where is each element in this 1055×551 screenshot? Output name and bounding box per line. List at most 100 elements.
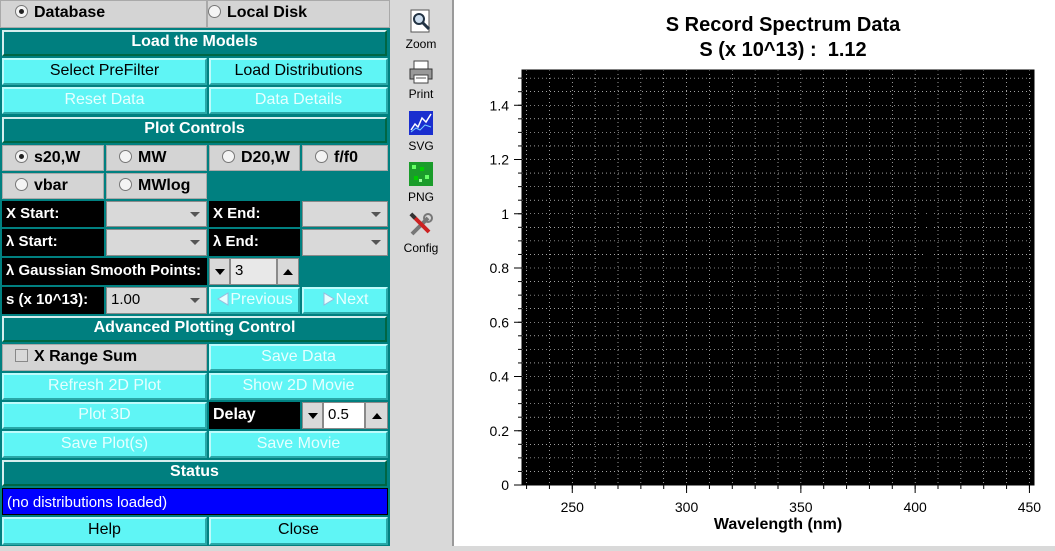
- next-button[interactable]: Next: [302, 287, 388, 314]
- radio-icon: [208, 5, 221, 18]
- delay-label: Delay: [209, 402, 300, 429]
- plot-type-mwlog-label: MWlog: [138, 177, 191, 194]
- plot-type-mw[interactable]: MW: [106, 145, 207, 171]
- chevron-down-icon: [190, 212, 200, 217]
- source-database-option[interactable]: Database: [0, 0, 207, 28]
- radio-icon-selected: [15, 5, 28, 18]
- lambda-end-label: λ End:: [209, 229, 300, 256]
- tools-config-icon: [409, 212, 433, 236]
- save-plots-button[interactable]: Save Plot(s): [2, 431, 207, 458]
- arrow-up-icon: [283, 268, 293, 275]
- reset-data-button[interactable]: Reset Data: [2, 87, 207, 114]
- close-button[interactable]: Close: [209, 517, 388, 545]
- lambda-end-select[interactable]: [302, 229, 388, 256]
- y-tick-label: 0.6: [490, 314, 510, 330]
- y-tick-label: 1: [501, 206, 509, 222]
- smooth-points-input[interactable]: 3: [230, 258, 277, 285]
- x-tick-label: 350: [789, 499, 813, 515]
- y-tick-label: 0: [501, 477, 509, 493]
- plot-type-mwlog[interactable]: MWlog: [106, 173, 207, 199]
- plot-type-vbar[interactable]: vbar: [2, 173, 104, 199]
- zoom-icon: [410, 9, 431, 33]
- radio-icon: [119, 150, 132, 163]
- x-start-label: X Start:: [2, 201, 104, 227]
- config-tool[interactable]: Config: [393, 212, 449, 255]
- y-tick-label: 1.4: [490, 97, 510, 113]
- plot-3d-button[interactable]: Plot 3D: [2, 402, 207, 429]
- plot-type-d20w[interactable]: D20,W: [209, 145, 300, 171]
- svg-label: SVG: [408, 139, 434, 153]
- smooth-increment-button[interactable]: [277, 258, 299, 285]
- chart-title: S Record Spectrum Data: [666, 14, 901, 36]
- config-label: Config: [403, 241, 439, 255]
- delay-decrement-button[interactable]: [302, 402, 323, 429]
- plot-type-ff0[interactable]: f/f0: [302, 145, 388, 171]
- x-range-sum-checkbox[interactable]: X Range Sum: [2, 344, 207, 371]
- lambda-start-select[interactable]: [106, 229, 207, 256]
- zoom-label: Zoom: [405, 37, 437, 51]
- png-tool[interactable]: PNG: [393, 161, 449, 204]
- y-axis-label: Concentration (OD): [919, 203, 936, 351]
- print-tool[interactable]: Print: [393, 60, 449, 101]
- x-start-select[interactable]: [106, 201, 207, 227]
- control-panel: Database Local Disk Load the Models Sele…: [0, 0, 390, 546]
- smooth-points-label: λ Gaussian Smooth Points:: [2, 258, 207, 285]
- svg-export-icon: [409, 111, 433, 135]
- x-tick-label: 300: [675, 499, 699, 515]
- save-movie-button[interactable]: Save Movie: [209, 431, 388, 458]
- status-text: (no distributions loaded): [2, 488, 388, 515]
- delay-input[interactable]: 0.5: [323, 402, 365, 429]
- source-database-label: Database: [34, 4, 106, 21]
- x-range-sum-label: X Range Sum: [34, 348, 138, 365]
- source-local-disk-label: Local Disk: [227, 4, 308, 21]
- s-value-label: s (x 10^13):: [2, 287, 104, 314]
- chart-subtitle: S (x 10^13) : 1.12: [699, 39, 866, 61]
- radio-icon-selected: [15, 150, 28, 163]
- chevron-down-icon: [190, 240, 200, 245]
- x-axis-label: Wavelength (nm): [714, 516, 842, 533]
- radio-icon: [222, 150, 235, 163]
- arrow-right-icon: [323, 292, 335, 306]
- delay-increment-button[interactable]: [365, 402, 388, 429]
- arrow-up-icon: [371, 412, 382, 419]
- show-2d-movie-button[interactable]: Show 2D Movie: [209, 373, 388, 400]
- chevron-down-icon: [190, 298, 200, 303]
- lambda-start-label: λ Start:: [2, 229, 104, 256]
- s-value-text: 1.00: [111, 291, 141, 308]
- source-local-disk-option[interactable]: Local Disk: [207, 0, 390, 28]
- previous-label: Previous: [230, 291, 293, 308]
- plot-type-mw-label: MW: [138, 149, 167, 166]
- checkbox-icon: [15, 349, 28, 362]
- load-models-banner: Load the Models: [2, 30, 387, 56]
- help-button[interactable]: Help: [2, 517, 207, 545]
- status-banner: Status: [2, 460, 387, 486]
- s-value-select[interactable]: 1.00: [106, 287, 207, 314]
- y-tick-label: 0.2: [490, 423, 510, 439]
- printer-icon: [409, 60, 433, 84]
- arrow-down-icon: [214, 268, 225, 275]
- save-data-button[interactable]: Save Data: [209, 344, 388, 371]
- x-end-select[interactable]: [302, 201, 388, 227]
- smooth-decrement-button[interactable]: [209, 258, 230, 285]
- plot-type-d20w-label: D20,W: [241, 149, 290, 166]
- radio-icon: [119, 178, 132, 191]
- plot-controls-banner: Plot Controls: [2, 117, 387, 143]
- spectrum-chart[interactable]: S Record Spectrum Data S (x 10^13) : 1.1…: [454, 0, 1055, 546]
- y-tick-label: 0.8: [490, 260, 510, 276]
- x-end-label: X End:: [209, 201, 300, 227]
- png-export-icon: [409, 162, 433, 186]
- svg-tool[interactable]: SVG: [393, 110, 449, 153]
- previous-button[interactable]: Previous: [209, 287, 300, 314]
- load-distributions-button[interactable]: Load Distributions: [209, 58, 388, 85]
- select-prefilter-button[interactable]: Select PreFilter: [2, 58, 207, 85]
- chevron-down-icon: [371, 240, 381, 245]
- arrow-down-icon: [307, 412, 318, 419]
- png-label: PNG: [407, 190, 434, 204]
- data-details-button[interactable]: Data Details: [209, 87, 388, 114]
- zoom-tool[interactable]: Zoom: [393, 8, 449, 51]
- y-tick-label: 1.2: [490, 152, 510, 168]
- advanced-plotting-banner: Advanced Plotting Control: [2, 316, 387, 342]
- plot-type-s20w[interactable]: s20,W: [2, 145, 104, 171]
- refresh-2d-plot-button[interactable]: Refresh 2D Plot: [2, 373, 207, 400]
- print-label: Print: [408, 87, 434, 101]
